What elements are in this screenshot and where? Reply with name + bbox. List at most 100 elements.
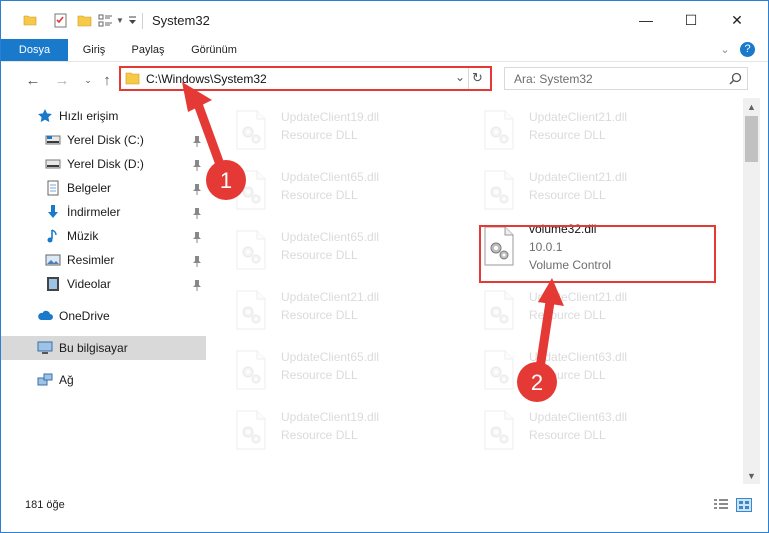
file-tile[interactable]: UpdateClient65.dll Resource DLL	[209, 342, 441, 394]
dll-file-icon	[484, 410, 514, 450]
back-arrow-icon: ←	[25, 71, 41, 89]
file-tile[interactable]: UpdateClient19.dll Resource DLL	[209, 102, 441, 154]
nav-item-documents[interactable]: Belgeler	[1, 176, 206, 200]
title-bar: ▼ System32 — ☐ ✕	[1, 1, 768, 39]
vertical-scrollbar[interactable]: ▲ ▼	[743, 98, 760, 484]
properties-button[interactable]	[53, 11, 68, 29]
file-list: UpdateClient19.dll Resource DLL UpdateClie…	[209, 98, 742, 484]
file-tile[interactable]: UpdateClient63.dll Resource DLL	[457, 402, 689, 454]
ribbon: Dosya Giriş Paylaş Görünüm ⌄ ?	[1, 39, 768, 62]
file-tile[interactable]: UpdateClient19.dll Resource DLL	[209, 402, 441, 454]
scroll-up-icon[interactable]: ▲	[743, 98, 760, 115]
nav-item-videos[interactable]: Videolar	[1, 272, 206, 296]
tab-view[interactable]: Görünüm	[183, 39, 245, 61]
recent-locations-button[interactable]: ⌄	[78, 70, 98, 90]
customize-qat-button[interactable]	[128, 11, 137, 29]
nav-this-pc[interactable]: Bu bilgisayar	[1, 336, 206, 360]
help-button[interactable]: ?	[740, 42, 755, 57]
properties-icon	[54, 13, 67, 27]
nav-label: Resimler	[67, 253, 115, 267]
status-bar: 181 öğe	[1, 494, 768, 516]
file-tile[interactable]: UpdateClient65.dll Resource DLL	[209, 162, 441, 214]
maximize-button[interactable]: ☐	[668, 1, 714, 39]
tab-home[interactable]: Giriş	[73, 39, 115, 61]
file-tile[interactable]: UpdateClient65.dll Resource DLL	[209, 222, 441, 274]
item-count: 181 öğe	[25, 499, 65, 511]
pictures-icon	[45, 254, 61, 266]
drive-icon	[45, 135, 61, 145]
scroll-down-icon[interactable]: ▼	[743, 467, 760, 484]
expand-ribbon-icon[interactable]: ⌄	[716, 39, 734, 61]
search-icon	[729, 72, 742, 85]
nav-item-local-disk-d[interactable]: Yerel Disk (D:)	[1, 152, 206, 176]
up-button[interactable]: ↑	[97, 70, 117, 90]
file-tile[interactable]: UpdateClient21.dll Resource DLL	[457, 102, 689, 154]
nav-quick-access[interactable]: Hızlı erişim	[1, 104, 206, 128]
dll-file-icon	[236, 110, 266, 150]
file-type: Resource DLL	[529, 368, 606, 382]
network-icon	[37, 373, 53, 386]
chevron-down-icon: ⌄	[84, 74, 92, 85]
new-folder-icon	[77, 15, 92, 26]
tab-file[interactable]: Dosya	[1, 39, 68, 61]
folder-icon	[23, 15, 37, 26]
new-folder-button[interactable]	[77, 11, 92, 29]
pin-icon	[193, 184, 201, 195]
nav-label: Yerel Disk (D:)	[67, 157, 144, 171]
nav-item-downloads[interactable]: İndirmeler	[1, 200, 206, 224]
minimize-button[interactable]: —	[623, 1, 669, 39]
nav-label: Hızlı erişim	[59, 109, 119, 123]
address-row: ← → ⌄ ↑ C:\Windows\System32 ⌄ ↻ Ara: Sys…	[1, 62, 768, 98]
nav-onedrive[interactable]: OneDrive	[1, 304, 206, 328]
nav-item-pictures[interactable]: Resimler	[1, 248, 206, 272]
file-name: UpdateClient21.dll	[529, 290, 628, 304]
pin-icon	[193, 136, 201, 147]
file-tile[interactable]: UpdateClient21.dll Resource DLL	[457, 282, 689, 334]
dll-file-icon	[236, 350, 266, 390]
file-name: UpdateClient65.dll	[281, 230, 380, 244]
file-name: UpdateClient21.dll	[529, 110, 628, 124]
nav-label: Belgeler	[67, 181, 112, 195]
nav-item-music[interactable]: Müzik	[1, 224, 206, 248]
nav-label: Bu bilgisayar	[59, 341, 128, 355]
search-input[interactable]: Ara: System32	[504, 67, 748, 90]
nav-item-local-disk-c[interactable]: Yerel Disk (C:)	[1, 128, 206, 152]
address-path: C:\Windows\System32	[146, 72, 267, 86]
dll-file-icon	[236, 230, 266, 270]
dll-file-icon	[236, 290, 266, 330]
nav-network[interactable]: Ağ	[1, 368, 206, 392]
address-bar[interactable]: C:\Windows\System32 ⌄ ↻	[119, 66, 492, 91]
folder-icon	[125, 72, 140, 85]
file-type: Resource DLL	[281, 428, 358, 442]
file-type: Resource DLL	[529, 308, 606, 322]
back-button[interactable]: ←	[23, 70, 43, 90]
downloads-icon	[48, 205, 58, 218]
forward-button[interactable]: →	[52, 70, 72, 90]
file-tile[interactable]: UpdateClient21.dll Resource DLL	[457, 162, 689, 214]
view-options-button[interactable]: ▼	[98, 11, 124, 29]
file-tile[interactable]: UpdateClient63.dll Resource DLL	[457, 342, 689, 394]
file-tile[interactable]: UpdateClient21.dll Resource DLL	[209, 282, 441, 334]
details-view-icon[interactable]	[713, 498, 729, 512]
explorer-window: ▼ System32 — ☐ ✕ Dosya Giriş Paylaş Görü…	[0, 0, 769, 533]
highlight-box	[479, 225, 716, 283]
nav-label: İndirmeler	[67, 205, 121, 219]
file-type: Resource DLL	[281, 128, 358, 142]
file-name: UpdateClient21.dll	[529, 170, 628, 184]
videos-icon	[47, 277, 59, 291]
tab-share[interactable]: Paylaş	[123, 39, 173, 61]
pin-icon	[193, 208, 201, 219]
address-dropdown-icon[interactable]: ⌄	[455, 70, 467, 87]
scrollbar-thumb[interactable]	[745, 116, 758, 162]
file-name: UpdateClient19.dll	[281, 110, 380, 124]
dropdown-arrow-icon	[129, 16, 136, 24]
dll-file-icon	[484, 170, 514, 210]
tiles-view-icon[interactable]	[736, 498, 752, 512]
refresh-icon[interactable]: ↻	[472, 70, 483, 86]
close-button[interactable]: ✕	[714, 1, 760, 39]
file-name: UpdateClient63.dll	[529, 410, 628, 424]
list-view-icon	[98, 14, 112, 26]
nav-label: Ağ	[59, 373, 74, 387]
music-icon	[47, 229, 57, 243]
star-icon	[38, 109, 52, 122]
